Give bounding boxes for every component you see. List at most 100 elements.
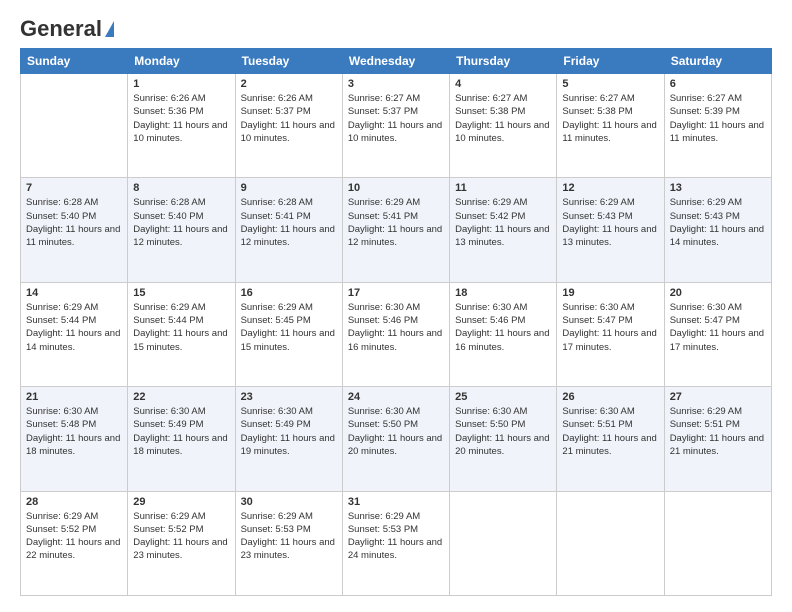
sunrise-text: Sunrise: 6:28 AM: [133, 197, 205, 208]
day-cell: 30 Sunrise: 6:29 AMSunset: 5:53 PMDayligh…: [235, 491, 342, 595]
sunrise-text: Sunrise: 6:29 AM: [241, 511, 313, 522]
day-number: 26: [562, 391, 658, 403]
day-cell: [557, 491, 664, 595]
daylight-text: Daylight: 11 hours and 17 minutes.: [670, 328, 764, 352]
sunset-text: Sunset: 5:37 PM: [241, 106, 311, 117]
sunrise-text: Sunrise: 6:30 AM: [348, 302, 420, 313]
sunset-text: Sunset: 5:52 PM: [133, 524, 203, 535]
sunrise-text: Sunrise: 6:26 AM: [241, 93, 313, 104]
sunset-text: Sunset: 5:40 PM: [133, 211, 203, 222]
day-info: Sunrise: 6:29 AMSunset: 5:42 PMDaylight:…: [455, 196, 551, 249]
day-number: 8: [133, 182, 229, 194]
sunrise-text: Sunrise: 6:29 AM: [670, 197, 742, 208]
week-row-1: 7 Sunrise: 6:28 AM Sunset: 5:40 PM Daylight…: [21, 178, 772, 282]
day-cell: 18Sunrise: 6:30 AMSunset: 5:46 PMDayligh…: [450, 282, 557, 386]
sunset-text: Sunset: 5:46 PM: [455, 315, 525, 326]
day-number: 11: [455, 182, 551, 194]
day-info: Sunrise: 6:30 AMSunset: 5:49 PMDaylight:…: [241, 405, 337, 458]
day-info: Sunrise: 6:29 AMSunset: 5:43 PMDaylight:…: [670, 196, 766, 249]
daylight-text: Daylight: 11 hours and 13 minutes.: [562, 224, 656, 248]
logo-general: General: [20, 16, 102, 42]
day-number: 22: [133, 391, 229, 403]
day-info: Sunrise: 6:29 AMSunset: 5:52 PMDaylight:…: [26, 510, 122, 563]
day-cell: [450, 491, 557, 595]
day-cell: 31Sunrise: 6:29 AMSunset: 5:53 PMDayligh…: [342, 491, 449, 595]
weekday-header-friday: Friday: [557, 49, 664, 74]
day-number: 14: [26, 287, 122, 299]
sunset-text: Sunset: 5:46 PM: [348, 315, 418, 326]
sunrise-text: Sunrise: 6:29 AM: [562, 197, 634, 208]
day-info: Sunrise: 6:29 AMSunset: 5:53 PMDaylight:…: [241, 510, 337, 563]
day-number: 4: [455, 78, 551, 90]
day-info: Sunrise: 6:29 AMSunset: 5:41 PMDaylight:…: [348, 196, 444, 249]
day-number: 18: [455, 287, 551, 299]
daylight-text: Daylight: 11 hours and 13 minutes.: [455, 224, 549, 248]
day-number: 25: [455, 391, 551, 403]
day-number: 1: [133, 78, 229, 90]
day-info: Sunrise: 6:30 AMSunset: 5:50 PMDaylight:…: [348, 405, 444, 458]
daylight-text: Daylight: 11 hours and 21 minutes.: [670, 433, 764, 457]
day-cell: 28 Sunrise: 6:29 AMSunset: 5:52 PMDayligh…: [21, 491, 128, 595]
day-number: 30: [241, 496, 337, 508]
daylight-text: Daylight: 11 hours and 23 minutes.: [133, 537, 227, 561]
daylight-text: Daylight: 11 hours and 12 minutes.: [241, 224, 335, 248]
day-cell: [664, 491, 771, 595]
daylight-text: Daylight: 11 hours and 18 minutes.: [26, 433, 120, 457]
sunrise-text: Sunrise: 6:30 AM: [348, 406, 420, 417]
daylight-text: Daylight: 11 hours and 24 minutes.: [348, 537, 442, 561]
sunrise-text: Sunrise: 6:29 AM: [455, 197, 527, 208]
day-number: 9: [241, 182, 337, 194]
day-cell: 23Sunrise: 6:30 AMSunset: 5:49 PMDayligh…: [235, 387, 342, 491]
day-cell: 16Sunrise: 6:29 AMSunset: 5:45 PMDayligh…: [235, 282, 342, 386]
day-info: Sunrise: 6:29 AMSunset: 5:44 PMDaylight:…: [26, 301, 122, 354]
daylight-text: Daylight: 11 hours and 10 minutes.: [348, 120, 442, 144]
day-info: Sunrise: 6:27 AMSunset: 5:37 PMDaylight:…: [348, 92, 444, 145]
sunset-text: Sunset: 5:51 PM: [670, 419, 740, 430]
weekday-header-sunday: Sunday: [21, 49, 128, 74]
day-info: Sunrise: 6:27 AMSunset: 5:38 PMDaylight:…: [562, 92, 658, 145]
daylight-text: Daylight: 11 hours and 11 minutes.: [562, 120, 656, 144]
day-cell: 27Sunrise: 6:29 AMSunset: 5:51 PMDayligh…: [664, 387, 771, 491]
day-cell: 9Sunrise: 6:28 AMSunset: 5:41 PMDaylight…: [235, 178, 342, 282]
sunset-text: Sunset: 5:36 PM: [133, 106, 203, 117]
calendar-body: 1 Sunrise: 6:26 AM Sunset: 5:36 PM Daylight…: [21, 74, 772, 596]
day-number: 15: [133, 287, 229, 299]
sunset-text: Sunset: 5:37 PM: [348, 106, 418, 117]
day-info: Sunrise: 6:28 AM Sunset: 5:40 PM Daylight:…: [133, 196, 229, 249]
sunset-text: Sunset: 5:52 PM: [26, 524, 96, 535]
daylight-text: Daylight: 11 hours and 11 minutes.: [26, 224, 120, 248]
day-info: Sunrise: 6:28 AMSunset: 5:40 PMDaylight:…: [26, 196, 122, 249]
sunrise-text: Sunrise: 6:30 AM: [133, 406, 205, 417]
day-info: Sunrise: 6:30 AMSunset: 5:50 PMDaylight:…: [455, 405, 551, 458]
calendar-table: SundayMondayTuesdayWednesdayThursdayFrid…: [20, 48, 772, 596]
day-cell: 1Sunrise: 6:26 AMSunset: 5:36 PMDaylight…: [128, 74, 235, 178]
sunrise-text: Sunrise: 6:27 AM: [455, 93, 527, 104]
day-number: 7: [26, 182, 122, 194]
day-cell: 14 Sunrise: 6:29 AMSunset: 5:44 PMDayligh…: [21, 282, 128, 386]
day-cell: 19Sunrise: 6:30 AMSunset: 5:47 PMDayligh…: [557, 282, 664, 386]
day-info: Sunrise: 6:30 AM Sunset: 5:46 PM Daylight:…: [348, 301, 444, 354]
daylight-text: Daylight: 11 hours and 15 minutes.: [241, 328, 335, 352]
day-cell: 13Sunrise: 6:29 AMSunset: 5:43 PMDayligh…: [664, 178, 771, 282]
day-cell: 25 Sunrise: 6:30 AMSunset: 5:50 PMDayligh…: [450, 387, 557, 491]
daylight-text: Daylight: 11 hours and 14 minutes.: [26, 328, 120, 352]
week-row-2: 14 Sunrise: 6:29 AMSunset: 5:44 PMDayligh…: [21, 282, 772, 386]
daylight-text: Daylight: 11 hours and 12 minutes.: [133, 224, 227, 248]
weekday-header-monday: Monday: [128, 49, 235, 74]
sunrise-text: Sunrise: 6:27 AM: [670, 93, 742, 104]
sunset-text: Sunset: 5:41 PM: [241, 211, 311, 222]
daylight-text: Daylight: 11 hours and 19 minutes.: [241, 433, 335, 457]
day-number: 27: [670, 391, 766, 403]
day-info: Sunrise: 6:29 AMSunset: 5:53 PMDaylight:…: [348, 510, 444, 563]
day-info: Sunrise: 6:29 AMSunset: 5:45 PMDaylight:…: [241, 301, 337, 354]
sunset-text: Sunset: 5:50 PM: [455, 419, 525, 430]
sunrise-text: Sunrise: 6:26 AM: [133, 93, 205, 104]
day-cell: 20Sunrise: 6:30 AMSunset: 5:47 PMDayligh…: [664, 282, 771, 386]
daylight-text: Daylight: 11 hours and 16 minutes.: [348, 328, 442, 352]
day-cell: 26Sunrise: 6:30 AMSunset: 5:51 PMDayligh…: [557, 387, 664, 491]
weekday-header-thursday: Thursday: [450, 49, 557, 74]
sunset-text: Sunset: 5:45 PM: [241, 315, 311, 326]
day-number: 28: [26, 496, 122, 508]
sunset-text: Sunset: 5:47 PM: [670, 315, 740, 326]
day-number: 6: [670, 78, 766, 90]
